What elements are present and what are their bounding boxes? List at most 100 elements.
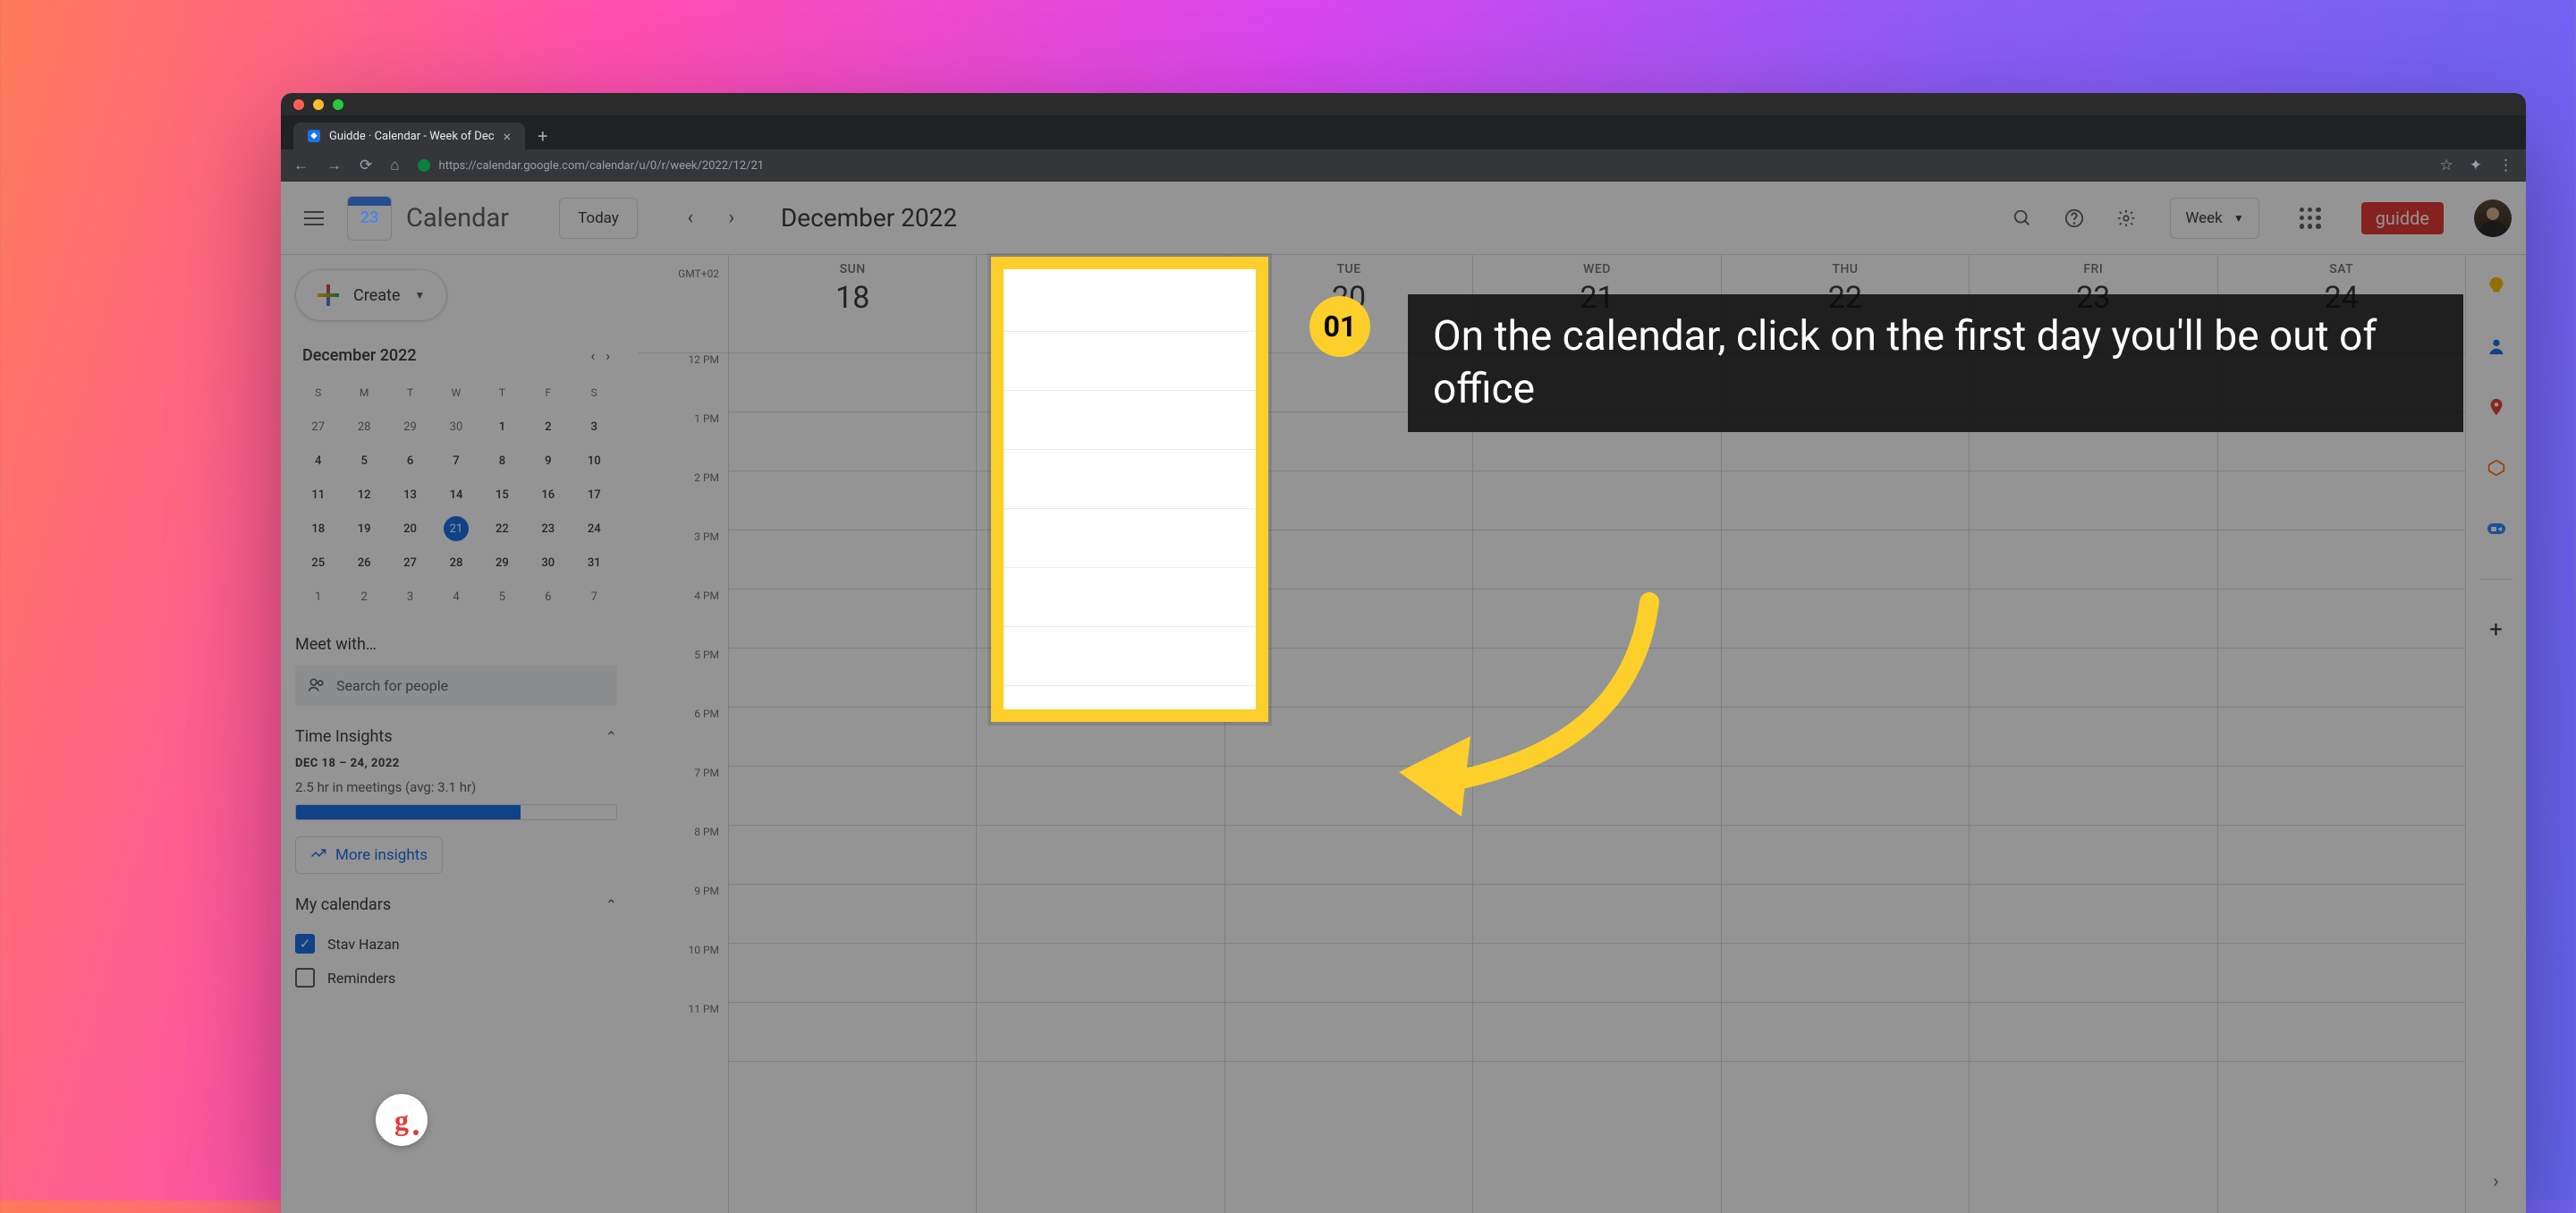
mini-date[interactable]: 28 bbox=[341, 410, 386, 444]
mini-date[interactable]: 31 bbox=[572, 546, 617, 580]
add-addon-button[interactable]: + bbox=[2480, 614, 2512, 646]
time-slot[interactable] bbox=[977, 826, 1224, 885]
mini-date[interactable]: 1 bbox=[295, 580, 341, 614]
mini-date[interactable]: 13 bbox=[387, 478, 433, 512]
time-slot[interactable] bbox=[1970, 471, 2216, 530]
mini-date[interactable]: 16 bbox=[525, 478, 571, 512]
mini-next-month-button[interactable]: › bbox=[606, 347, 610, 364]
time-slot[interactable] bbox=[729, 826, 976, 885]
collapse-panel-button[interactable]: › bbox=[2480, 1165, 2512, 1197]
day-column-header[interactable]: MON19 bbox=[976, 255, 1224, 352]
mini-date[interactable]: 2 bbox=[525, 410, 571, 444]
view-selector[interactable]: Week ▼ bbox=[2170, 198, 2258, 239]
mini-date[interactable]: 4 bbox=[295, 444, 341, 478]
calendar-checkbox[interactable] bbox=[295, 968, 315, 988]
time-slot[interactable] bbox=[1225, 826, 1472, 885]
time-slot[interactable] bbox=[2218, 708, 2465, 767]
time-slot[interactable] bbox=[1722, 1003, 1969, 1062]
maximize-window-button[interactable] bbox=[333, 99, 343, 110]
time-slot[interactable] bbox=[2218, 649, 2465, 708]
nav-reload-button[interactable]: ⟳ bbox=[360, 157, 372, 174]
mini-date[interactable]: 15 bbox=[479, 478, 525, 512]
tab-close-icon[interactable]: × bbox=[504, 128, 512, 145]
time-slot[interactable] bbox=[1722, 885, 1969, 944]
time-slot[interactable] bbox=[1722, 530, 1969, 590]
time-slot[interactable] bbox=[1225, 590, 1472, 649]
time-slot[interactable] bbox=[1225, 471, 1472, 530]
mini-date[interactable]: 29 bbox=[387, 410, 433, 444]
time-slot[interactable] bbox=[1473, 885, 1720, 944]
time-slot[interactable] bbox=[1722, 767, 1969, 826]
time-insights-section[interactable]: Time Insights ⌃ bbox=[295, 727, 617, 746]
mini-date[interactable]: 3 bbox=[387, 580, 433, 614]
new-tab-button[interactable]: + bbox=[525, 123, 560, 149]
time-slot[interactable] bbox=[1970, 767, 2216, 826]
time-slot[interactable] bbox=[1970, 885, 2216, 944]
zoom-icon[interactable] bbox=[2480, 513, 2512, 545]
help-icon[interactable] bbox=[2055, 199, 2093, 237]
address-bar[interactable]: https://calendar.google.com/calendar/u/0… bbox=[418, 159, 2422, 173]
google-apps-button[interactable] bbox=[2292, 199, 2329, 237]
main-menu-button[interactable] bbox=[295, 199, 333, 237]
time-slot[interactable] bbox=[977, 767, 1224, 826]
addon-icon[interactable] bbox=[2480, 452, 2512, 484]
mini-date[interactable]: 17 bbox=[572, 478, 617, 512]
day-column[interactable] bbox=[976, 353, 1224, 1213]
nav-forward-button[interactable]: → bbox=[326, 157, 342, 174]
time-slot[interactable] bbox=[1225, 885, 1472, 944]
nav-home-button[interactable]: ⌂ bbox=[390, 157, 399, 174]
browser-menu-icon[interactable]: ⋮ bbox=[2498, 157, 2513, 174]
time-slot[interactable] bbox=[729, 767, 976, 826]
time-slot[interactable] bbox=[1722, 471, 1969, 530]
time-slot[interactable] bbox=[1225, 708, 1472, 767]
time-slot[interactable] bbox=[729, 708, 976, 767]
day-column[interactable] bbox=[1721, 353, 1969, 1213]
time-slot[interactable] bbox=[1473, 530, 1720, 590]
mini-date-today[interactable]: 21 bbox=[444, 516, 469, 541]
calendar-checkbox[interactable]: ✓ bbox=[295, 934, 315, 954]
mini-date[interactable]: 11 bbox=[295, 478, 341, 512]
time-slot[interactable] bbox=[729, 944, 976, 1003]
time-slot[interactable] bbox=[1722, 649, 1969, 708]
time-slot[interactable] bbox=[2218, 530, 2465, 590]
more-insights-button[interactable]: More insights bbox=[295, 836, 443, 874]
mini-date[interactable]: 4 bbox=[433, 580, 479, 614]
mini-date[interactable]: 2 bbox=[341, 580, 386, 614]
mini-date[interactable]: 12 bbox=[341, 478, 386, 512]
time-slot[interactable] bbox=[1225, 649, 1472, 708]
day-column[interactable] bbox=[1472, 353, 1720, 1213]
time-slot[interactable] bbox=[729, 1003, 976, 1062]
mini-date[interactable]: 23 bbox=[525, 512, 571, 546]
time-slot[interactable] bbox=[1970, 590, 2216, 649]
mini-date[interactable]: 7 bbox=[433, 444, 479, 478]
mini-date[interactable]: 9 bbox=[525, 444, 571, 478]
mini-date[interactable]: 30 bbox=[525, 546, 571, 580]
mini-date[interactable]: 18 bbox=[295, 512, 341, 546]
time-slot[interactable] bbox=[729, 885, 976, 944]
time-slot[interactable] bbox=[1722, 708, 1969, 767]
time-slot[interactable] bbox=[729, 649, 976, 708]
time-slot[interactable] bbox=[1970, 649, 2216, 708]
time-slot[interactable] bbox=[1473, 590, 1720, 649]
mini-date[interactable]: 7 bbox=[572, 580, 617, 614]
time-slot[interactable] bbox=[1970, 944, 2216, 1003]
time-slot[interactable] bbox=[1473, 708, 1720, 767]
mini-date[interactable]: 30 bbox=[433, 410, 479, 444]
time-slot[interactable] bbox=[977, 412, 1224, 471]
time-slot[interactable] bbox=[2218, 885, 2465, 944]
time-slot[interactable] bbox=[2218, 590, 2465, 649]
time-slot[interactable] bbox=[977, 649, 1224, 708]
time-slot[interactable] bbox=[2218, 826, 2465, 885]
day-column[interactable] bbox=[1969, 353, 2216, 1213]
browser-tab[interactable]: ◆ Guidde · Calendar - Week of Dec × bbox=[293, 123, 525, 149]
time-slot[interactable] bbox=[729, 590, 976, 649]
time-slot[interactable] bbox=[2218, 471, 2465, 530]
time-slot[interactable] bbox=[977, 885, 1224, 944]
time-slot[interactable] bbox=[977, 944, 1224, 1003]
mini-date[interactable]: 5 bbox=[479, 580, 525, 614]
time-slot[interactable] bbox=[1970, 530, 2216, 590]
time-slot[interactable] bbox=[977, 353, 1224, 412]
calendar-list-item[interactable]: Reminders bbox=[295, 961, 617, 995]
calendar-list-item[interactable]: ✓Stav Hazan bbox=[295, 927, 617, 961]
contacts-icon[interactable] bbox=[2480, 330, 2512, 362]
